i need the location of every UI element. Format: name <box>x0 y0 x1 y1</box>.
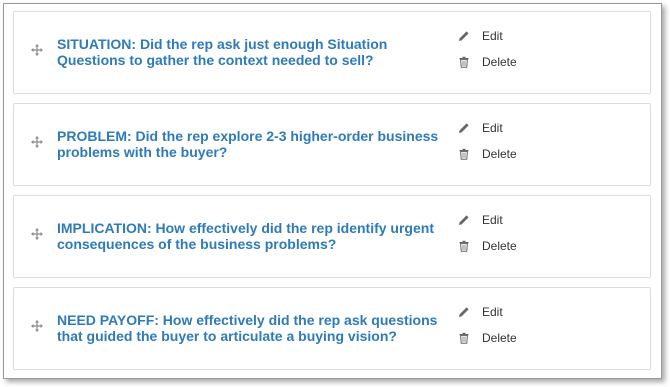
delete-button[interactable]: Delete <box>458 237 517 255</box>
edit-button[interactable]: Edit <box>458 303 503 321</box>
edit-label: Edit <box>482 121 503 135</box>
delete-button[interactable]: Delete <box>458 53 517 71</box>
drag-handle-icon[interactable] <box>31 320 43 332</box>
question-text: IMPLICATION: How effectively did the rep… <box>57 220 434 252</box>
delete-button[interactable]: Delete <box>458 329 517 347</box>
drag-handle-icon[interactable] <box>31 228 43 240</box>
question-list-panel: SITUATION: Did the rep ask just enough S… <box>3 3 662 379</box>
question-text: NEED PAYOFF: How effectively did the rep… <box>57 312 438 344</box>
trash-icon <box>459 240 469 252</box>
pencil-icon <box>459 31 469 41</box>
delete-label: Delete <box>482 147 517 161</box>
edit-button[interactable]: Edit <box>458 27 503 45</box>
pencil-icon <box>459 307 469 317</box>
edit-label: Edit <box>482 305 503 319</box>
pencil-icon <box>459 215 469 225</box>
drag-handle-icon[interactable] <box>31 44 43 56</box>
question-card: NEED PAYOFF: How effectively did the rep… <box>13 287 651 370</box>
delete-label: Delete <box>482 239 517 253</box>
edit-label: Edit <box>482 29 503 43</box>
edit-label: Edit <box>482 213 503 227</box>
trash-icon <box>459 332 469 344</box>
question-text: PROBLEM: Did the rep explore 2-3 higher-… <box>57 128 439 160</box>
pencil-icon <box>459 123 469 133</box>
question-text: SITUATION: Did the rep ask just enough S… <box>57 36 388 68</box>
question-card: IMPLICATION: How effectively did the rep… <box>13 195 651 278</box>
question-card: PROBLEM: Did the rep explore 2-3 higher-… <box>13 103 651 186</box>
question-card: SITUATION: Did the rep ask just enough S… <box>13 11 651 94</box>
edit-button[interactable]: Edit <box>458 211 503 229</box>
trash-icon <box>459 56 469 68</box>
delete-label: Delete <box>482 331 517 345</box>
delete-label: Delete <box>482 55 517 69</box>
delete-button[interactable]: Delete <box>458 145 517 163</box>
edit-button[interactable]: Edit <box>458 119 503 137</box>
trash-icon <box>459 148 469 160</box>
drag-handle-icon[interactable] <box>31 136 43 148</box>
